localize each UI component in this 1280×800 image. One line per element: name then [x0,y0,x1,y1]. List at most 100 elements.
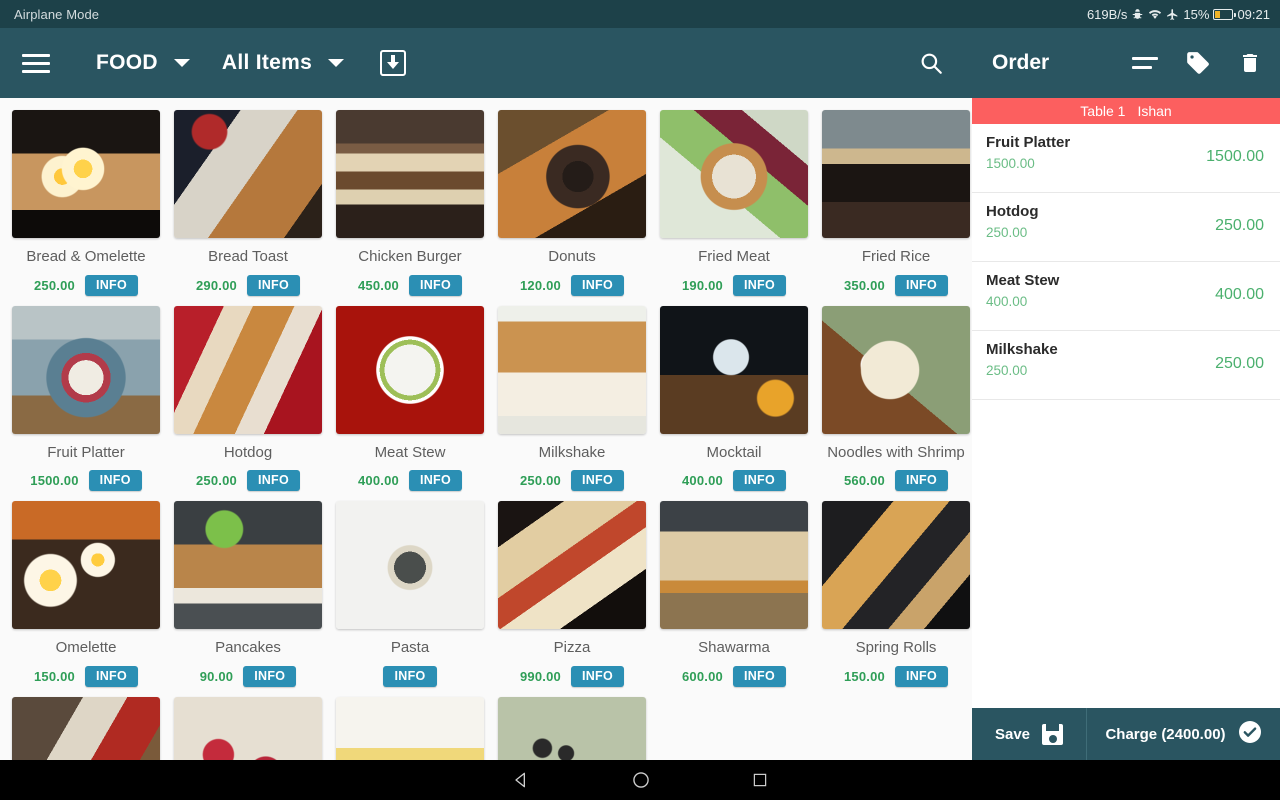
menu-item-thumbnail[interactable] [174,696,322,760]
filter-chevron-down-icon[interactable] [328,59,345,67]
menu-item-card[interactable] [332,695,488,760]
home-circle-icon[interactable] [631,770,651,790]
menu-item-card[interactable]: Spring Rolls 150.00 INFO [818,499,972,695]
menu-item-card[interactable]: Omelette 150.00 INFO [8,499,164,695]
menu-item-thumbnail[interactable] [12,501,160,629]
bug-icon [1131,8,1144,21]
menu-item-thumbnail[interactable] [498,501,646,629]
tag-icon[interactable] [1184,50,1212,76]
menu-item-info-button[interactable]: INFO [894,470,949,491]
menu-item-info-button[interactable]: INFO [570,274,625,296]
menu-item-price: 290.00 [195,277,237,293]
order-items-list[interactable]: Fruit Platter 1500.00 1500.00 Hotdog 250.00 2… [972,124,1280,708]
recents-square-icon[interactable] [751,771,769,789]
menu-item-thumbnail[interactable] [336,110,484,238]
save-button[interactable]: Save [972,708,1087,760]
menu-item-price: 250.00 [33,277,75,293]
menu-item-card[interactable]: Bread & Omelette 250.00 INFO [8,108,164,304]
menu-item-thumbnail[interactable] [498,305,646,434]
menu-item-thumbnail[interactable] [498,696,646,760]
download-box-icon[interactable] [380,50,407,76]
menu-item-card[interactable]: Pancakes 90.00 INFO [170,499,326,695]
menu-item-info-button[interactable]: INFO [246,470,301,491]
menu-item-card[interactable]: Chicken Burger 450.00 INFO [332,108,488,304]
menu-item-price: 150.00 [33,668,75,684]
menu-item-card[interactable]: Pizza 990.00 INFO [494,499,650,695]
menu-item-thumbnail[interactable] [822,501,970,629]
order-item-total: 1500.00 [1206,148,1264,165]
menu-item-card[interactable]: Meat Stew 400.00 INFO [332,304,488,500]
menu-item-thumbnail[interactable] [12,305,160,434]
menu-item-card[interactable]: Milkshake 250.00 INFO [494,304,650,500]
menu-item-card[interactable]: Fried Rice 350.00 INFO [818,108,972,304]
order-list-item[interactable]: Milkshake 250.00 250.00 [972,331,1280,400]
menu-item-thumbnail[interactable] [12,110,160,238]
menu-item-price-row: 250.00 INFO [195,470,301,491]
menu-item-name: Fried Rice [861,248,931,265]
filter-selector-label[interactable]: All Items [222,51,312,75]
menu-item-info-button[interactable]: INFO [894,274,949,296]
menu-item-info-button[interactable]: INFO [383,665,437,687]
trash-icon[interactable] [1238,50,1262,76]
menu-item-info-button[interactable]: INFO [570,470,625,491]
menu-item-card[interactable]: Bread Toast 290.00 INFO [170,108,326,304]
menu-item-name: Milkshake [538,443,606,461]
menu-item-thumbnail[interactable] [174,501,322,629]
menu-item-thumbnail[interactable] [174,110,322,238]
menu-grid-scroll-area[interactable]: Bread & Omelette 250.00 INFO Bread Toast 290… [0,98,972,760]
menu-item-thumbnail[interactable] [336,305,484,434]
category-chevron-down-icon[interactable] [173,59,190,67]
back-triangle-icon[interactable] [511,770,531,790]
menu-item-thumbnail[interactable] [660,501,808,629]
menu-item-thumbnail[interactable] [822,110,970,238]
menu-item-info-button[interactable]: INFO [246,274,301,296]
order-item-unit-price: 250.00 [986,225,1028,240]
menu-item-thumbnail[interactable] [660,110,808,238]
menu-item-thumbnail[interactable] [336,501,484,629]
order-list-item[interactable]: Fruit Platter 1500.00 1500.00 [972,124,1280,193]
menu-item-card[interactable] [8,695,164,760]
charge-button[interactable]: Charge (2400.00) [1087,708,1280,760]
menu-item-thumbnail[interactable] [822,305,970,434]
menu-item-price-row: 400.00 INFO [358,470,463,491]
menu-item-price: 190.00 [681,277,723,293]
menu-item-price: 90.00 [199,668,234,684]
menu-item-thumbnail[interactable] [498,110,646,238]
wifi-icon [1148,8,1162,21]
menu-item-thumbnail[interactable] [174,305,322,434]
menu-item-info-button[interactable]: INFO [84,274,139,296]
sort-lines-icon[interactable] [1132,57,1158,69]
menu-item-name: Shawarma [698,639,770,656]
menu-item-info-button[interactable]: INFO [894,665,949,687]
category-selector-label[interactable]: FOOD [96,51,158,75]
menu-item-thumbnail[interactable] [336,696,484,760]
menu-item-card[interactable]: Shawarma 600.00 INFO [656,499,812,695]
menu-item-info-button[interactable]: INFO [88,470,142,491]
menu-item-info-button[interactable]: INFO [408,274,463,296]
menu-item-card[interactable]: Fried Meat 190.00 INFO [656,108,812,304]
menu-item-info-button[interactable]: INFO [570,665,625,687]
menu-item-card[interactable]: Pasta INFO [332,499,488,695]
menu-item-thumbnail[interactable] [12,696,160,760]
menu-item-price: 250.00 [195,473,237,488]
menu-item-info-button[interactable]: INFO [243,665,297,687]
menu-item-card[interactable]: Mocktail 400.00 INFO [656,304,812,500]
menu-item-card[interactable]: Donuts 120.00 INFO [494,108,650,304]
menu-item-card[interactable] [170,695,326,760]
order-list-item[interactable]: Meat Stew 400.00 400.00 [972,262,1280,331]
menu-item-info-button[interactable]: INFO [732,274,787,296]
order-item-name: Meat Stew [986,272,1060,289]
menu-item-info-button[interactable]: INFO [84,665,139,687]
menu-item-thumbnail[interactable] [660,305,808,434]
menu-item-card[interactable] [494,695,650,760]
menu-item-card[interactable]: Noodles with Shrimp 560.00 INFO [818,304,972,500]
menu-item-card[interactable]: Hotdog 250.00 INFO [170,304,326,500]
hamburger-menu-icon[interactable] [22,44,60,82]
menu-item-info-button[interactable]: INFO [408,470,463,491]
menu-item-info-button[interactable]: INFO [732,665,787,687]
menu-item-info-button[interactable]: INFO [732,470,787,491]
search-icon[interactable] [918,50,944,76]
menu-item-card[interactable]: Fruit Platter 1500.00 INFO [8,304,164,500]
order-list-item[interactable]: Hotdog 250.00 250.00 [972,193,1280,262]
order-item-info: Fruit Platter 1500.00 [986,134,1070,171]
